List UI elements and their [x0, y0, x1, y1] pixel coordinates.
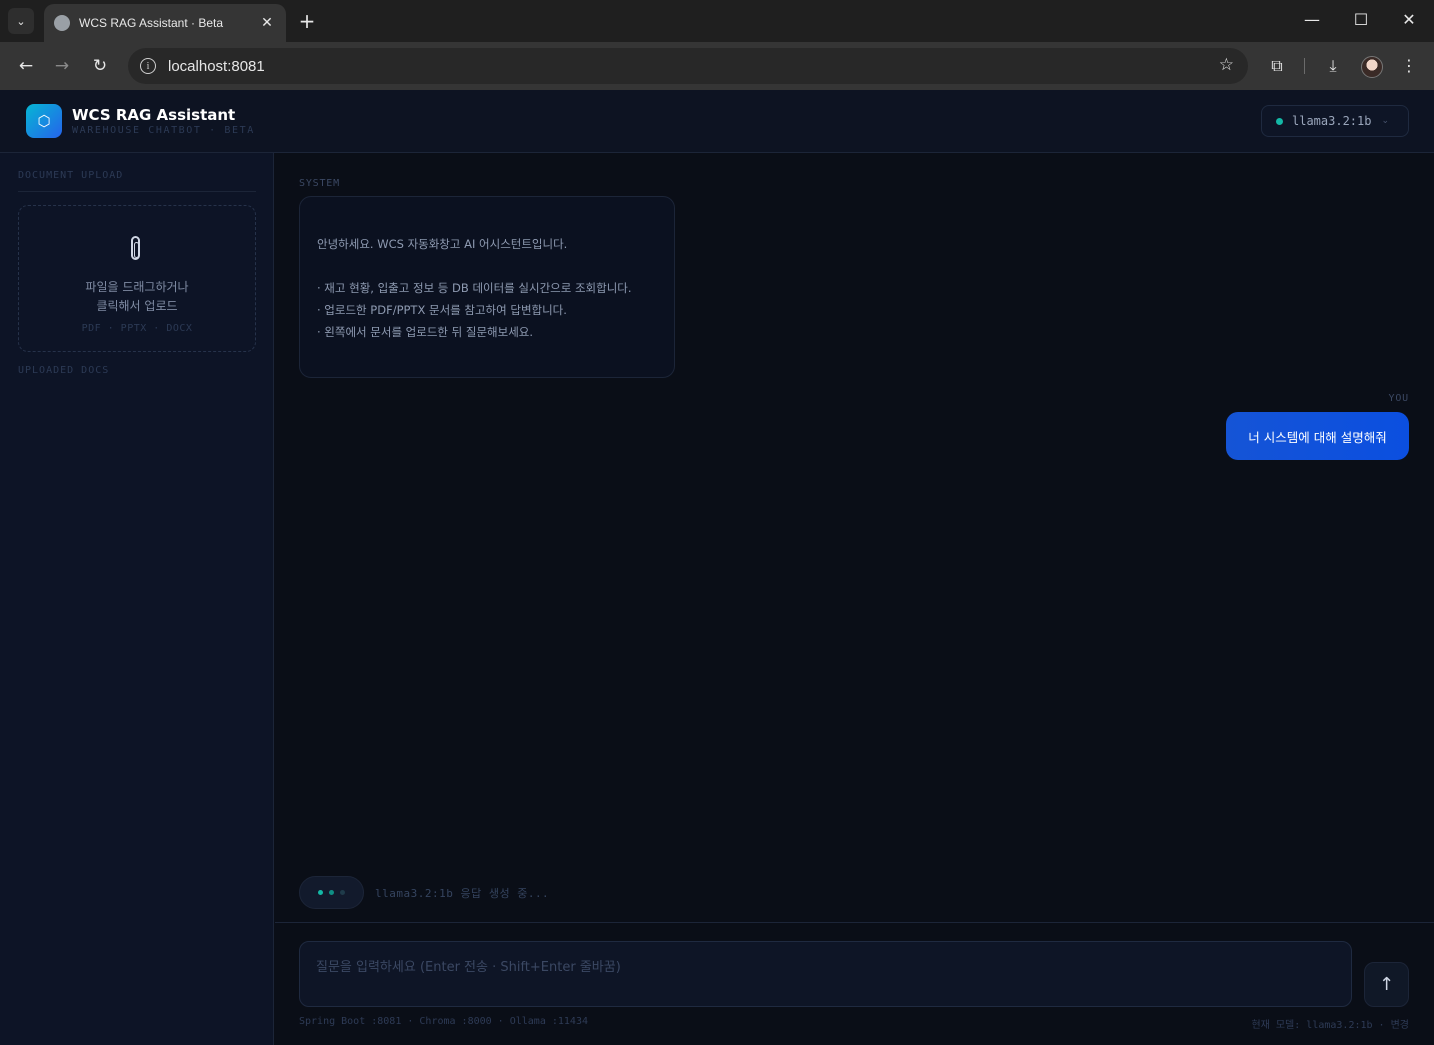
app-root: ⬡ WCS RAG Assistant WAREHOUSE CHATBOT · …: [0, 90, 1434, 1045]
dropzone-file-types: PDF · PPTX · DOCX: [81, 323, 193, 334]
typing-indicator: [299, 876, 364, 909]
chevron-down-icon: ⌄: [16, 14, 26, 28]
service-status: Spring Boot :8081 · Chroma :8000 · Ollam…: [299, 1016, 588, 1027]
new-tab-button[interactable]: +: [296, 10, 318, 32]
globe-icon: [54, 15, 70, 31]
typing-dot: [340, 890, 345, 895]
kebab-icon[interactable]: ⋮: [1397, 54, 1421, 78]
typing-dot: [318, 890, 323, 895]
model-selector[interactable]: llama3.2:1b ⌄: [1261, 105, 1409, 137]
system-message-line: · 재고 현황, 입출고 정보 등 DB 데이터를 실시간으로 조회합니다.: [317, 281, 632, 295]
system-message-line: · 업로드한 PDF/PPTX 문서를 참고하여 답변합니다.: [317, 303, 567, 317]
typing-status: llama3.2:1b 응답 생성 중...: [375, 887, 550, 900]
typing-dot: [329, 890, 334, 895]
info-icon[interactable]: i: [140, 58, 156, 74]
puzzle-icon[interactable]: ⧉: [1265, 54, 1289, 78]
forward-button[interactable]: →: [50, 54, 74, 78]
reload-button[interactable]: ↻: [88, 54, 112, 78]
close-window-icon[interactable]: ✕: [1397, 10, 1421, 29]
upload-dropzone[interactable]: 파일을 드래그하거나 클릭해서 업로드 PDF · PPTX · DOCX: [18, 205, 256, 352]
maximize-icon[interactable]: ☐: [1349, 10, 1373, 29]
question-input[interactable]: [299, 941, 1352, 1007]
avatar[interactable]: [1361, 56, 1383, 78]
browser-tab-bar: ⌄ WCS RAG Assistant · Beta ✕ + — ☐ ✕: [0, 0, 1434, 42]
system-message-line: [317, 255, 658, 277]
sidebar: DOCUMENT UPLOAD 파일을 드래그하거나 클릭해서 업로드 PDF …: [0, 153, 274, 1045]
dropzone-text: 파일을 드래그하거나 클릭해서 업로드: [85, 280, 189, 313]
close-icon[interactable]: ✕: [258, 15, 276, 31]
logo: ⬡: [26, 104, 62, 138]
model-name: llama3.2:1b: [1292, 114, 1372, 128]
system-message-line: 안녕하세요. WCS 자동화창고 AI 어시스턴트입니다.: [317, 237, 568, 251]
system-role-label: SYSTEM: [299, 178, 340, 189]
arrow-left-icon: ←: [18, 56, 34, 76]
browser-toolbar: ← → ↻ i localhost:8081 ☆ ⧉ ⤓ ⋮: [0, 42, 1434, 90]
system-message: 안녕하세요. WCS 자동화창고 AI 어시스턴트입니다. · 재고 현황, 입…: [299, 196, 675, 378]
arrow-right-icon: →: [54, 56, 70, 76]
app-header: ⬡ WCS RAG Assistant WAREHOUSE CHATBOT · …: [0, 90, 1434, 153]
plus-icon: +: [298, 9, 316, 33]
toolbar-divider: [1304, 58, 1305, 74]
arrow-up-icon: ↑: [1378, 974, 1395, 995]
current-model-status[interactable]: 현재 모델: llama3.2:1b · 변경: [1251, 1016, 1409, 1031]
back-button[interactable]: ←: [14, 54, 38, 78]
hexagon-icon: ⬡: [37, 112, 51, 130]
user-role-label: YOU: [1388, 393, 1409, 404]
minimize-icon[interactable]: —: [1300, 10, 1324, 29]
user-message: 너 시스템에 대해 설명해줘: [1226, 412, 1409, 460]
url-text[interactable]: localhost:8081: [168, 58, 265, 75]
browser-tab[interactable]: WCS RAG Assistant · Beta ✕: [44, 4, 286, 42]
chevron-down-icon: ⌄: [1381, 116, 1390, 126]
upload-heading: DOCUMENT UPLOAD: [18, 170, 124, 181]
star-icon[interactable]: ☆: [1219, 55, 1234, 75]
address-bar[interactable]: i localhost:8081 ☆: [128, 48, 1248, 84]
tab-search-button[interactable]: ⌄: [8, 8, 34, 34]
chat-area: SYSTEM 안녕하세요. WCS 자동화창고 AI 어시스턴트입니다. · 재…: [275, 153, 1434, 922]
uploaded-docs-heading: UPLOADED DOCS: [18, 365, 110, 376]
composer: ↑ Spring Boot :8081 · Chroma :8000 · Oll…: [275, 922, 1434, 1045]
reload-icon: ↻: [92, 56, 108, 76]
status-dot: [1276, 117, 1283, 125]
paperclip-icon: [131, 236, 140, 260]
send-button[interactable]: ↑: [1364, 962, 1409, 1007]
divider: [18, 191, 256, 192]
tab-title: WCS RAG Assistant · Beta: [79, 16, 224, 30]
app-subtitle: WAREHOUSE CHATBOT · BETA: [72, 125, 255, 136]
download-icon[interactable]: ⤓: [1321, 54, 1345, 78]
system-message-line: · 왼쪽에서 문서를 업로드한 뒤 질문해보세요.: [317, 325, 534, 339]
app-title: WCS RAG Assistant: [72, 106, 236, 124]
